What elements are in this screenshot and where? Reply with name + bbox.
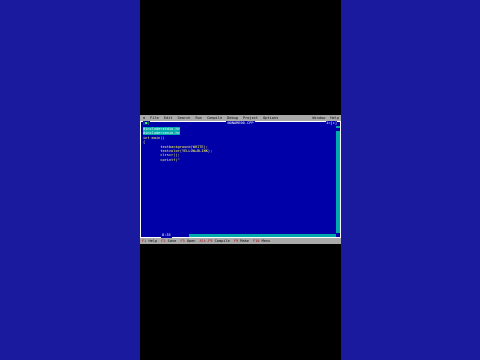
system-menu[interactable]: ≡ (143, 116, 145, 121)
function-key-bar: F1 Help F2 Save F3 Open Alt-F9 Compile F… (140, 238, 341, 244)
menu-help[interactable]: Help (330, 116, 339, 121)
menu-run[interactable]: Run (195, 116, 202, 121)
fkey-help[interactable]: F1 Help (142, 239, 157, 244)
close-button[interactable]: [■] (143, 121, 150, 126)
menu-options[interactable]: Options (263, 116, 278, 121)
menu-debug[interactable]: Debug (227, 116, 238, 121)
menu-edit[interactable]: Edit (164, 116, 173, 121)
fkey-make[interactable]: F9 Make (234, 239, 249, 244)
fkey-compile[interactable]: Alt-F9 Compile (199, 239, 229, 244)
menu-search[interactable]: Search (177, 116, 190, 121)
menu-project[interactable]: Project (243, 116, 258, 121)
editor-title: NONAME00.CPP (225, 121, 256, 126)
code-line: cprintf(" (143, 157, 180, 162)
turbo-cpp-ide: ≡ File Edit Search Run Compile Debug Pro… (140, 115, 341, 244)
menu-window[interactable]: Window (312, 116, 325, 121)
fkey-save[interactable]: F2 Save (161, 239, 176, 244)
code-area[interactable]: #include<stdio.h> #include<conio.h> int … (143, 127, 333, 232)
vertical-scrollbar[interactable] (336, 126, 340, 233)
fkey-menu[interactable]: F10 Menu (253, 239, 270, 244)
fkey-open[interactable]: F3 Open (180, 239, 195, 244)
horizontal-scrollbar[interactable] (186, 234, 336, 237)
editor-titlebar: [■] NONAME00.CPP 1=[↕] (141, 121, 340, 126)
menu-compile[interactable]: Compile (207, 116, 222, 121)
menu-file[interactable]: File (150, 116, 159, 121)
right-background (341, 0, 480, 360)
editor-window: [■] NONAME00.CPP 1=[↕] #include<stdio.h>… (140, 121, 341, 238)
page: ≡ File Edit Search Run Compile Debug Pro… (0, 0, 480, 360)
horizontal-scroll-thumb[interactable] (186, 234, 189, 237)
vertical-scroll-thumb[interactable] (336, 128, 340, 131)
left-background (0, 0, 140, 360)
